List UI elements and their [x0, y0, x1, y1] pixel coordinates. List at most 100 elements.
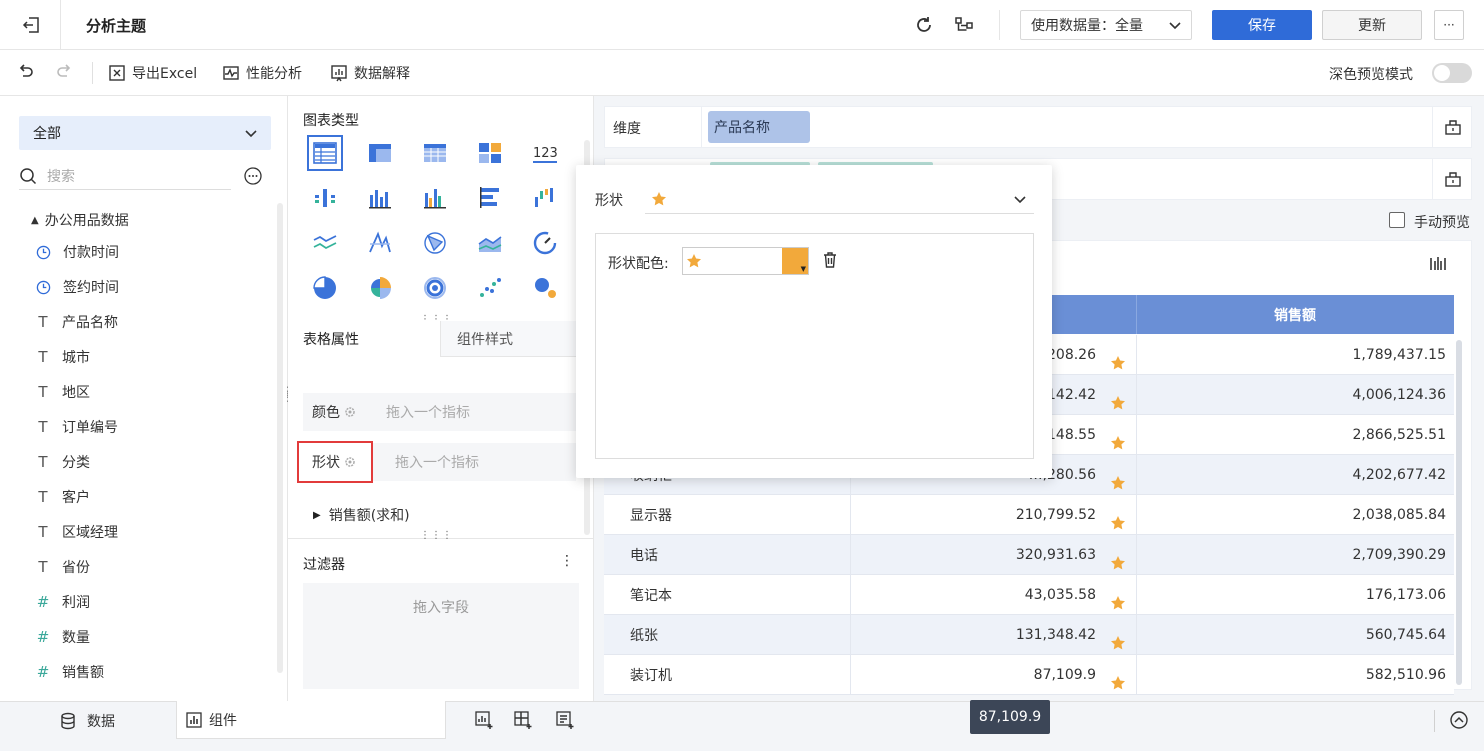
update-button[interactable]: 更新 [1322, 10, 1422, 40]
tab-component-style[interactable]: 组件样式 [441, 321, 576, 357]
shape-highlight[interactable]: 形状 [297, 441, 373, 483]
field-label: 数量 [62, 630, 90, 646]
product-name-cell: 电话 [630, 547, 658, 564]
dataset-group[interactable]: ▲ 办公用品数据 [31, 209, 129, 231]
top-bar: 分析主题 使用数据量：全量 保存 更新 ··· [0, 0, 1484, 50]
field-label: 订单编号 [62, 420, 118, 436]
more-options-icon[interactable] [243, 166, 263, 186]
field-item[interactable]: 签约时间 [36, 276, 119, 298]
redo-icon[interactable] [54, 62, 74, 82]
field-item[interactable]: T 城市 [36, 346, 90, 368]
dimension-chip[interactable]: 产品名称 [708, 111, 810, 143]
add-text-icon[interactable] [555, 710, 575, 730]
color-swatch[interactable]: ▼ [782, 248, 808, 274]
field-item[interactable]: T 产品名称 [36, 311, 118, 333]
pie-icon[interactable] [312, 275, 338, 301]
field-item[interactable]: T 省份 [36, 556, 90, 578]
search-box[interactable]: 搜索 [19, 162, 231, 190]
more-button[interactable]: ··· [1434, 10, 1464, 40]
tab-component[interactable]: 组件 [176, 701, 446, 739]
export-excel-button[interactable]: 导出Excel [108, 62, 197, 84]
gear-icon[interactable] [344, 406, 356, 418]
field-item[interactable]: T 订单编号 [36, 416, 118, 438]
col-sales-header[interactable]: 销售额 [1136, 305, 1454, 325]
caret-down-icon: ▲ [31, 214, 39, 226]
table-row[interactable]: 显示器 210,799.52 2,038,085.84 [604, 494, 1454, 535]
detail-table-icon[interactable] [422, 140, 448, 166]
dataset-dropdown-label: 全部 [33, 126, 61, 142]
bar-chart-icon [185, 711, 203, 729]
data-amount-select[interactable]: 使用数据量：全量 [1020, 10, 1192, 40]
text-type-icon: T [38, 488, 48, 506]
bar-icon[interactable] [477, 185, 503, 211]
tab-table-props[interactable]: 表格属性 [288, 321, 441, 357]
gear-icon[interactable] [344, 456, 356, 468]
trash-icon[interactable] [821, 251, 839, 269]
text-type-icon: T [38, 523, 48, 541]
add-chart-icon[interactable] [474, 710, 494, 730]
field-item[interactable]: # 利润 [36, 591, 90, 613]
sort-icon[interactable] [1443, 169, 1463, 189]
star-icon [686, 253, 702, 269]
chevron-down-icon [1012, 191, 1028, 207]
field-item[interactable]: # 销售额 [36, 661, 104, 683]
area-icon[interactable] [477, 230, 503, 256]
value-cell: 320,931.63 [850, 534, 1136, 575]
rose-icon[interactable] [367, 275, 393, 301]
drag-handle-icon[interactable]: ⋮⋮⋮ [420, 530, 453, 541]
dashboard-icon[interactable] [477, 140, 503, 166]
multi-column-icon[interactable] [422, 185, 448, 211]
perf-analysis-button[interactable]: 性能分析 [222, 62, 302, 84]
color-slot[interactable]: 颜色 拖入一个指标 [303, 393, 576, 431]
dataset-dropdown[interactable]: 全部 [19, 116, 271, 150]
bubble-icon[interactable] [532, 275, 558, 301]
line-icon[interactable] [312, 230, 338, 256]
field-item[interactable]: T 分类 [36, 451, 90, 473]
field-item[interactable]: # 数量 [36, 626, 90, 648]
refresh-icon[interactable] [913, 14, 935, 36]
field-item[interactable]: 付款时间 [36, 241, 119, 263]
sort-icon[interactable] [1443, 117, 1463, 137]
number-type-icon: # [36, 663, 50, 681]
grouped-bar-icon[interactable] [312, 185, 338, 211]
tab-data[interactable]: 数据 [0, 702, 176, 740]
field-item[interactable]: T 客户 [36, 486, 90, 508]
add-layout-icon[interactable] [513, 710, 533, 730]
radar-line-icon[interactable] [367, 230, 393, 256]
product-name-cell: 纸张 [630, 627, 658, 644]
collapse-up-icon[interactable] [1449, 710, 1469, 730]
number-icon[interactable]: 123 [532, 140, 558, 166]
undo-icon[interactable] [16, 62, 36, 82]
dark-preview-toggle[interactable] [1432, 63, 1472, 83]
column-chart-icon[interactable] [1428, 254, 1448, 274]
manual-preview-checkbox[interactable] [1389, 212, 1405, 228]
field-item[interactable]: T 区域经理 [36, 521, 118, 543]
ring-icon[interactable] [422, 275, 448, 301]
value-cell: 43,035.58 [850, 574, 1136, 615]
save-button[interactable]: 保存 [1212, 10, 1312, 40]
structure-icon[interactable] [953, 14, 975, 36]
waterfall-icon[interactable] [532, 185, 558, 211]
measure-item[interactable]: ▶ 销售额(求和) [313, 505, 410, 525]
gauge-icon[interactable] [532, 230, 558, 256]
filter-more-icon[interactable]: ⋮ [560, 553, 574, 569]
popup-shape-select[interactable] [645, 184, 1034, 214]
table-row[interactable]: 装订机 87,109.9 582,510.96 [604, 654, 1454, 695]
table-row[interactable]: 纸张 131,348.42 560,745.64 [604, 614, 1454, 655]
scatter-icon[interactable] [477, 275, 503, 301]
star-icon [651, 191, 667, 207]
exit-icon[interactable] [20, 14, 42, 36]
table-row[interactable]: 电话 320,931.63 2,709,390.29 [604, 534, 1454, 575]
cross-table-icon[interactable] [367, 140, 393, 166]
radar-icon[interactable] [422, 230, 448, 256]
field-item[interactable]: T 地区 [36, 381, 90, 403]
column-icon[interactable] [367, 185, 393, 211]
filter-drop-zone[interactable]: 拖入字段 [303, 583, 579, 689]
table-row[interactable]: 笔记本 43,035.58 176,173.06 [604, 574, 1454, 615]
left-scrollbar[interactable] [277, 203, 283, 673]
table-chart-icon[interactable] [307, 135, 343, 171]
data-explain-button[interactable]: 数据解释 [330, 62, 410, 84]
sales-cell: 2,866,525.51 [1136, 414, 1454, 455]
shape-color-picker[interactable]: ▼ [682, 247, 809, 275]
table-scrollbar[interactable] [1456, 340, 1462, 685]
